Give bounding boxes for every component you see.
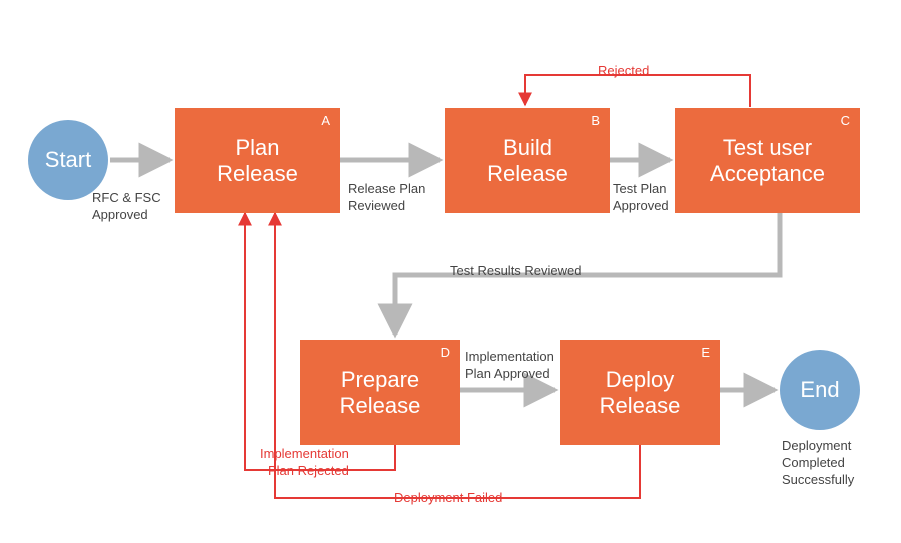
edge-label-c-b-rejected: Rejected: [598, 63, 649, 80]
edge-label-d-e: ImplementationPlan Approved: [465, 349, 554, 383]
box-deploy-release: E Deploy Release: [560, 340, 720, 445]
box-test-user-acceptance: C Test user Acceptance: [675, 108, 860, 213]
box-line1: Plan: [235, 135, 279, 160]
end-node: End: [780, 350, 860, 430]
box-letter: B: [591, 114, 600, 129]
edge-label-start-a: RFC & FSCApproved: [92, 190, 161, 224]
box-line1: Prepare: [341, 367, 419, 392]
end-label: End: [800, 377, 839, 403]
box-line1: Build: [503, 135, 552, 160]
box-line2: Release: [487, 161, 568, 186]
box-letter: C: [841, 114, 850, 129]
edge-label-a-b: Release PlanReviewed: [348, 181, 425, 215]
box-prepare-release: D Prepare Release: [300, 340, 460, 445]
box-letter: D: [441, 346, 450, 361]
start-label: Start: [45, 147, 91, 173]
edge-label-b-c: Test PlanApproved: [613, 181, 669, 215]
edge-label-e-end: DeploymentCompletedSuccessfully: [782, 438, 854, 489]
box-line2: Acceptance: [710, 161, 825, 186]
start-node: Start: [28, 120, 108, 200]
box-line1: Test user: [723, 135, 812, 160]
release-flow-diagram: Start A Plan Release B Build Release C T…: [0, 0, 901, 543]
edge-label-e-a-failed: Deployment Failed: [394, 490, 502, 507]
box-build-release: B Build Release: [445, 108, 610, 213]
box-line2: Release: [600, 393, 681, 418]
box-letter: A: [321, 114, 330, 129]
box-line2: Release: [217, 161, 298, 186]
box-line1: Deploy: [606, 367, 674, 392]
edge-label-d-a-rejected: ImplementationPlan Rejected: [260, 446, 349, 480]
box-line2: Release: [340, 393, 421, 418]
box-letter: E: [701, 346, 710, 361]
edge-label-c-d: Test Results Reviewed: [450, 263, 582, 280]
box-plan-release: A Plan Release: [175, 108, 340, 213]
